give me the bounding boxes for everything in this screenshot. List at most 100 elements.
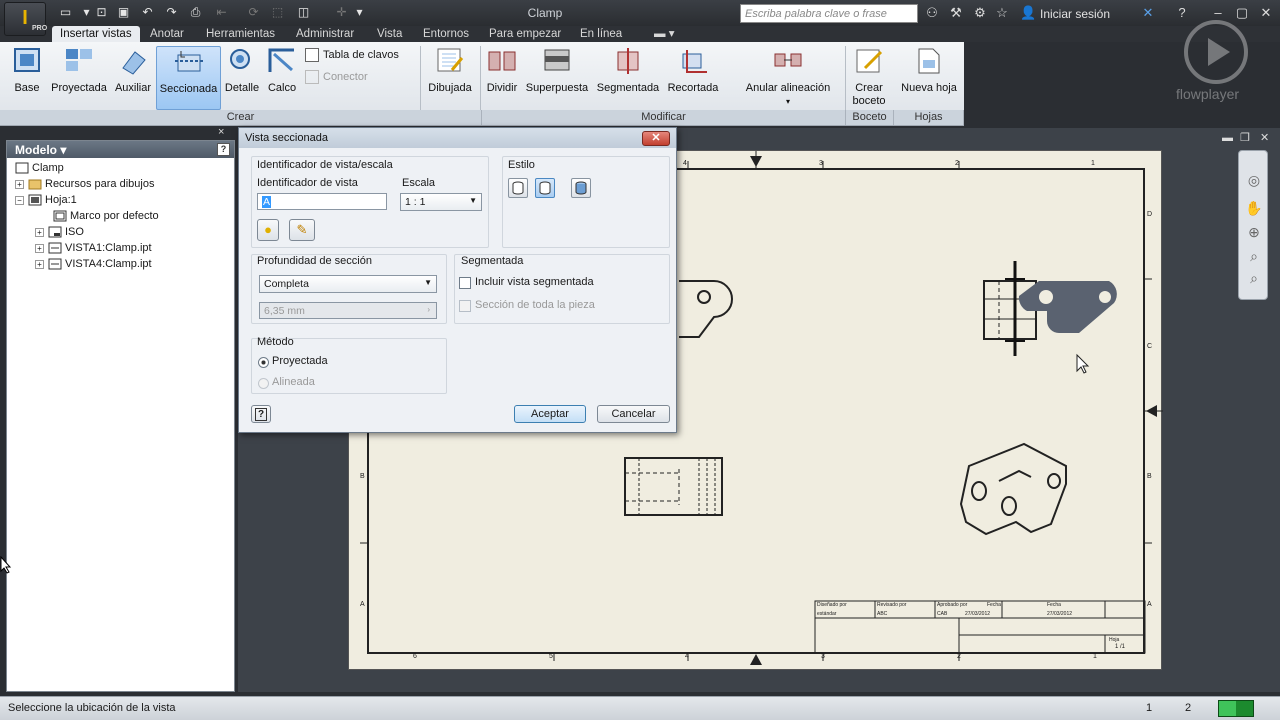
conector-label: Conector [323,70,368,83]
print-icon[interactable]: ⎙ [188,5,203,20]
exchange-icon[interactable]: ✕ [1140,5,1156,21]
properties-icon[interactable]: ◫ [296,5,311,20]
tab-insertar-vistas[interactable]: Insertar vistas [52,26,140,42]
anular-alineacion-button[interactable]: Anular alineación ▾ [738,46,838,110]
undo-icon[interactable]: ↶ [140,5,155,20]
view-id-input[interactable]: A [257,193,387,210]
pan-icon[interactable]: ✛ [334,5,349,20]
flowplayer-text: flowplayer [1176,86,1240,102]
seccionada-button[interactable]: Seccionada [156,46,221,110]
panel-close-icon[interactable]: × [218,126,224,138]
superpuesta-button[interactable]: Superpuesta [522,46,592,110]
recortada-button[interactable]: Recortada [664,46,722,110]
expand-icon[interactable]: + [35,243,44,253]
superpuesta-label: Superpuesta [525,82,589,94]
update-icon[interactable]: ⟳ [246,5,261,20]
divider [420,46,421,110]
customize-icon[interactable]: ▾ [352,5,367,20]
projected-radio[interactable] [258,357,269,368]
auxiliar-button[interactable]: Auxiliar [112,46,154,110]
proyectada-button[interactable]: Proyectada [48,46,110,110]
doc-restore-icon[interactable]: ❐ [1240,131,1250,144]
ok-button[interactable]: Aceptar [514,405,586,423]
tab-administrar[interactable]: Administrar [288,26,362,42]
search-input[interactable]: Escriba palabra clave o frase [740,4,918,23]
tools-icon[interactable]: ⚒ [948,5,964,21]
maximize-icon[interactable]: ▢ [1234,5,1250,21]
browser-header[interactable]: Modelo ▾ ? [7,141,234,158]
help-icon[interactable]: ? [1174,5,1190,21]
collapse-icon[interactable]: − [15,195,24,205]
cancel-button[interactable]: Cancelar [597,405,670,423]
tab-en-linea[interactable]: En línea [572,26,630,42]
open-icon[interactable]: ⊡ [94,5,109,20]
style-hidden-removed-button[interactable] [535,178,555,198]
slice-all-parts-checkbox[interactable] [459,300,471,312]
include-slice-checkbox[interactable] [459,277,471,289]
tree-item-hoja[interactable]: − Hoja:1 [15,193,77,207]
view-id-label: Identificador de vista [257,177,358,189]
calco-label: Calco [267,82,297,94]
expand-icon[interactable]: + [35,227,44,237]
pan-icon[interactable]: ✋ [1245,199,1263,217]
style-hidden-lines-button[interactable] [508,178,528,198]
segmentada-button[interactable]: Segmentada [593,46,663,110]
tree-item-vista1[interactable]: + VISTA1:Clamp.ipt [35,241,152,255]
tree-item-marco[interactable]: Marco por defecto [53,209,159,223]
nueva-hoja-label: Nueva hoja [901,82,957,94]
application-menu-button[interactable]: I PRO [4,2,47,36]
sign-in-link[interactable]: Iniciar sesión [1040,7,1110,21]
minimize-icon[interactable]: – [1210,5,1226,21]
tree-item-clamp[interactable]: Clamp [15,161,64,175]
dibujada-button[interactable]: Dibujada [424,46,476,110]
dropdown-icon[interactable]: ▾ [79,5,94,20]
binoculars-icon[interactable]: ⚇ [924,5,940,21]
help-icon[interactable]: ? [217,143,230,156]
favorites-icon[interactable]: ☆ [994,5,1010,21]
doc-minimize-icon[interactable]: ▬ [1222,132,1233,144]
tree-item-vista4[interactable]: + VISTA4:Clamp.ipt [35,257,152,271]
zoom-icon[interactable]: ⊕ [1245,223,1263,241]
ribbon-options-icon[interactable]: ▬ ▾ [646,26,682,42]
scale-select[interactable]: 1 : 1 ▼ [400,193,482,211]
user-icon[interactable]: 👤 [1020,5,1036,21]
dialog-close-button[interactable]: ✕ [642,131,670,146]
conector-button[interactable]: Conector [305,70,368,84]
doc-close-icon[interactable]: ✕ [1260,131,1269,144]
aligned-radio[interactable] [258,378,269,389]
segmentada-label: Segmentada [596,82,660,94]
tab-vista[interactable]: Vista [369,26,410,42]
detalle-button[interactable]: Detalle [222,46,262,110]
close-icon[interactable]: ✕ [1258,5,1274,21]
new-icon[interactable]: ▭ [58,5,73,20]
tab-anotar[interactable]: Anotar [142,26,192,42]
tab-entornos[interactable]: Entornos [415,26,477,42]
zoom-window-icon[interactable]: ⌕ [1245,269,1263,287]
nueva-hoja-button[interactable]: Nueva hoja [896,46,962,110]
tree-item-iso[interactable]: + ISO [35,225,84,239]
base-button[interactable]: Base [6,46,48,110]
subscription-icon[interactable]: ⚙ [972,5,988,21]
crear-boceto-button[interactable]: Crear boceto [848,46,890,110]
save-icon[interactable]: ▣ [116,5,131,20]
tab-herramientas[interactable]: Herramientas [198,26,283,42]
tabla-de-clavos-button[interactable]: Tabla de clavos [305,48,399,62]
lightbulb-button[interactable]: ● [257,219,279,241]
depth-select[interactable]: Completa ▼ [259,275,437,293]
style-shaded-button[interactable] [571,178,591,198]
tab-para-empezar[interactable]: Para empezar [481,26,569,42]
title-block-value: 27/03/2012 [1047,611,1073,617]
dividir-button[interactable]: Dividir [482,46,522,110]
expand-icon[interactable]: + [15,179,24,189]
edit-label-button[interactable]: ✎ [289,219,315,241]
calco-button[interactable]: Calco [264,46,300,110]
redo-icon[interactable]: ↷ [164,5,179,20]
tree-item-recursos[interactable]: + Recursos para dibujos [15,177,154,191]
depth-distance-input[interactable]: 6,35 mm › [259,302,437,319]
steering-wheel-icon[interactable]: ◎ [1245,171,1263,189]
expand-icon[interactable]: + [35,259,44,269]
select-icon[interactable]: ⬚ [270,5,285,20]
help-button[interactable]: ? [251,405,271,423]
zoom-all-icon[interactable]: ⌕ [1245,247,1263,265]
return-icon[interactable]: ⇤ [214,5,229,20]
